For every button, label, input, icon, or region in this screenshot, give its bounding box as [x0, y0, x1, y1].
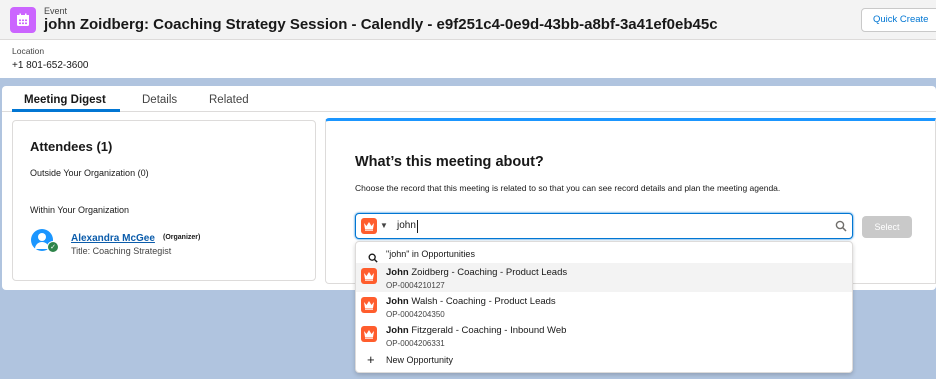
- crown-icon: [361, 297, 377, 313]
- result-id: OP-0004210127: [386, 281, 445, 290]
- within-org-label: Within Your Organization: [30, 205, 130, 215]
- match-text: John: [386, 296, 409, 307]
- match-text: John: [386, 325, 409, 336]
- result-id: OP-0004204350: [386, 310, 445, 319]
- result-name: Fitzgerald - Coaching - Inbound Web: [408, 325, 567, 336]
- tab-meeting-digest[interactable]: Meeting Digest: [24, 94, 106, 106]
- record-search-input[interactable]: [355, 213, 853, 239]
- list-item[interactable]: John Fitzgerald - Coaching - Inbound Web: [386, 325, 566, 336]
- crown-icon[interactable]: [361, 218, 377, 234]
- search-input-value[interactable]: john: [397, 220, 416, 231]
- match-text: John: [386, 267, 409, 278]
- location-value: +1 801-652-3600: [12, 60, 89, 71]
- attendee-name-link[interactable]: Alexandra McGee: [71, 233, 155, 244]
- tab-details[interactable]: Details: [142, 94, 177, 106]
- result-name: Zoidberg - Coaching - Product Leads: [408, 267, 568, 278]
- select-button[interactable]: Select: [862, 216, 912, 238]
- result-name: Walsh - Coaching - Product Leads: [408, 296, 556, 307]
- quick-create-button[interactable]: Quick Create: [861, 8, 936, 32]
- meeting-about-title: What’s this meeting about?: [355, 154, 544, 170]
- attendees-title: Attendees (1): [30, 139, 113, 154]
- location-label: Location: [12, 46, 45, 56]
- search-results-dropdown: [355, 241, 853, 373]
- search-in-opportunities-option[interactable]: "john" in Opportunities: [386, 249, 475, 259]
- outside-org-label: Outside Your Organization (0): [30, 168, 149, 178]
- record-title: john Zoidberg: Coaching Strategy Session…: [44, 16, 718, 33]
- highlights-panel: [0, 40, 936, 78]
- plus-icon[interactable]: +: [367, 353, 375, 366]
- organizer-badge: (Organizer): [163, 234, 201, 241]
- result-id: OP-0004206331: [386, 339, 445, 348]
- record-type-label: Event: [44, 6, 68, 16]
- attendee-title: Title: Coaching Strategist: [71, 246, 172, 256]
- meeting-about-description: Choose the record that this meeting is r…: [355, 183, 781, 193]
- check-icon: ✓: [47, 241, 59, 253]
- new-opportunity-option[interactable]: New Opportunity: [386, 355, 453, 365]
- list-item[interactable]: John Zoidberg - Coaching - Product Leads: [386, 267, 567, 278]
- list-item[interactable]: John Walsh - Coaching - Product Leads: [386, 296, 556, 307]
- chevron-down-icon[interactable]: ▼: [380, 222, 388, 230]
- tab-related[interactable]: Related: [209, 94, 249, 106]
- person-icon-head: [38, 233, 46, 241]
- crown-icon: [361, 326, 377, 342]
- search-icon: [835, 219, 847, 237]
- calendar-icon: [10, 7, 36, 33]
- text-cursor: [417, 220, 418, 233]
- crown-icon: [361, 268, 377, 284]
- active-tab-indicator: [12, 109, 120, 112]
